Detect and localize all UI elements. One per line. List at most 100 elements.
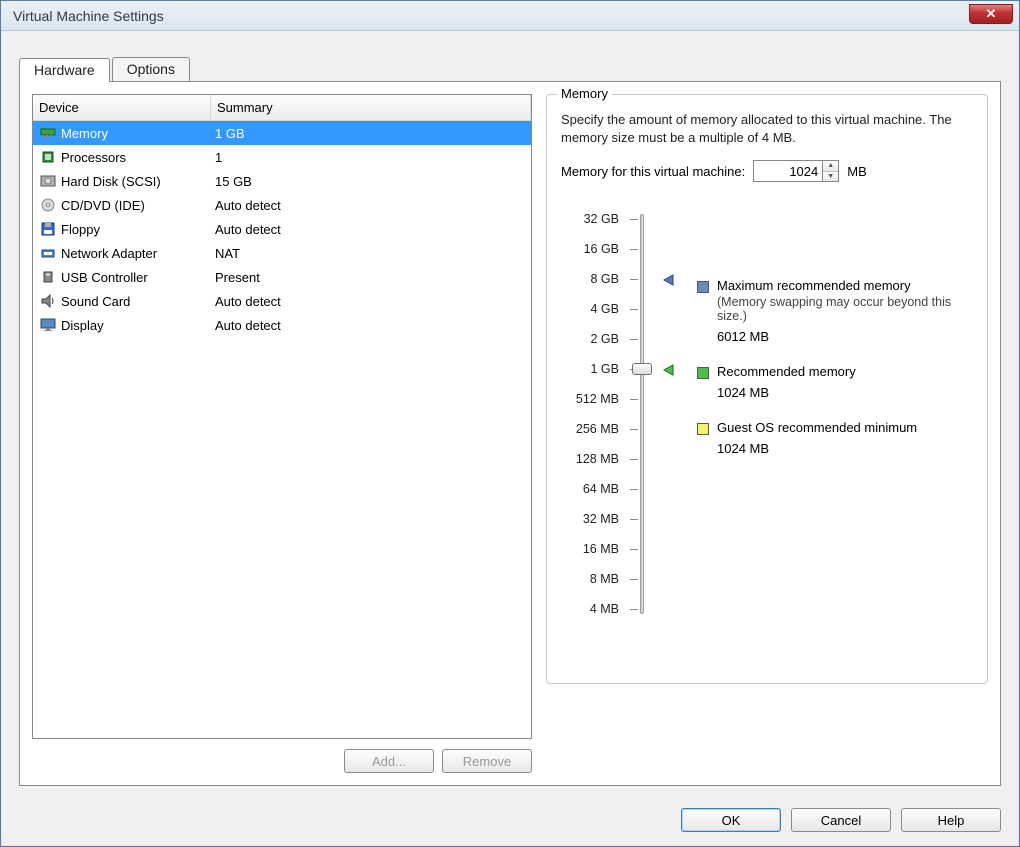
memory-icon xyxy=(39,125,57,141)
device-summary: 1 GB xyxy=(211,126,531,141)
tab-hardware[interactable]: Hardware xyxy=(19,58,110,82)
device-rows: Memory1 GBProcessors1Hard Disk (SCSI)15 … xyxy=(33,121,531,738)
window-title: Virtual Machine Settings xyxy=(7,8,164,24)
device-summary: Auto detect xyxy=(211,294,531,309)
device-name: Floppy xyxy=(61,222,211,237)
cancel-button[interactable]: Cancel xyxy=(791,808,891,832)
slider-tick-label: 256 MB xyxy=(576,414,619,444)
slider-tick-label: 16 GB xyxy=(584,234,619,264)
slider-track-line xyxy=(640,214,644,614)
device-summary: Auto detect xyxy=(211,318,531,333)
memory-legend: Maximum recommended memory (Memory swapp… xyxy=(657,204,973,624)
slider-tick-labels: 32 GB16 GB8 GB4 GB2 GB1 GB512 MB256 MB12… xyxy=(561,204,627,624)
memory-group-title: Memory xyxy=(557,86,612,101)
legend-rec: Recommended memory 1024 MB xyxy=(697,364,973,400)
device-name: Sound Card xyxy=(61,294,211,309)
right-panel: Memory Specify the amount of memory allo… xyxy=(546,94,988,773)
table-row[interactable]: Memory1 GB xyxy=(33,121,531,145)
table-row[interactable]: USB ControllerPresent xyxy=(33,265,531,289)
memory-spinner[interactable]: ▲ ▼ xyxy=(823,160,839,182)
slider-tick-label: 8 MB xyxy=(590,564,619,594)
cpu-icon xyxy=(39,149,57,165)
remove-button[interactable]: Remove xyxy=(442,749,532,773)
slider-tick xyxy=(630,609,638,610)
memory-input[interactable] xyxy=(753,160,823,182)
legend-rec-value: 1024 MB xyxy=(717,385,973,400)
max-marker-icon xyxy=(663,274,675,286)
add-button[interactable]: Add... xyxy=(344,749,434,773)
slider-tick xyxy=(630,339,638,340)
table-row[interactable]: DisplayAuto detect xyxy=(33,313,531,337)
slider-tick xyxy=(630,429,638,430)
net-icon xyxy=(39,245,57,261)
device-name: Display xyxy=(61,318,211,333)
close-button[interactable]: ✕ xyxy=(969,4,1013,24)
slider-tick xyxy=(630,579,638,580)
memory-description: Specify the amount of memory allocated t… xyxy=(561,111,973,146)
slider-tick xyxy=(630,279,638,280)
legend-min-title: Guest OS recommended minimum xyxy=(717,420,917,435)
slider-tick-label: 8 GB xyxy=(591,264,620,294)
display-icon xyxy=(39,317,57,333)
device-table-header: Device Summary xyxy=(33,95,531,121)
help-button[interactable]: Help xyxy=(901,808,1001,832)
table-row[interactable]: Hard Disk (SCSI)15 GB xyxy=(33,169,531,193)
tabstrip: Hardware Options xyxy=(19,57,1001,81)
slider-tick xyxy=(630,489,638,490)
device-name: Hard Disk (SCSI) xyxy=(61,174,211,189)
device-name: Memory xyxy=(61,126,211,141)
usb-icon xyxy=(39,269,57,285)
device-summary: 15 GB xyxy=(211,174,531,189)
slider-tick-label: 4 MB xyxy=(590,594,619,624)
ok-button[interactable]: OK xyxy=(681,808,781,832)
device-table: Device Summary Memory1 GBProcessors1Hard… xyxy=(32,94,532,739)
col-header-device[interactable]: Device xyxy=(33,95,211,120)
titlebar: Virtual Machine Settings ✕ xyxy=(1,1,1019,31)
device-summary: 1 xyxy=(211,150,531,165)
tab-options[interactable]: Options xyxy=(112,57,190,81)
device-name: USB Controller xyxy=(61,270,211,285)
slider-tick-label: 512 MB xyxy=(576,384,619,414)
slider-tick xyxy=(630,519,638,520)
floppy-icon xyxy=(39,221,57,237)
slider-tick-label: 64 MB xyxy=(583,474,619,504)
device-name: Network Adapter xyxy=(61,246,211,261)
dialog-footer: OK Cancel Help xyxy=(1,798,1019,846)
device-summary: NAT xyxy=(211,246,531,261)
memory-groupbox: Memory Specify the amount of memory allo… xyxy=(546,94,988,684)
settings-window: Virtual Machine Settings ✕ Hardware Opti… xyxy=(0,0,1020,847)
table-row[interactable]: FloppyAuto detect xyxy=(33,217,531,241)
left-buttons: Add... Remove xyxy=(32,739,532,773)
slider-tick xyxy=(630,219,638,220)
legend-min-value: 1024 MB xyxy=(717,441,973,456)
legend-max-value: 6012 MB xyxy=(717,329,973,344)
table-row[interactable]: Sound CardAuto detect xyxy=(33,289,531,313)
memory-slider[interactable] xyxy=(627,204,657,624)
device-name: Processors xyxy=(61,150,211,165)
col-header-summary[interactable]: Summary xyxy=(211,95,531,120)
slider-tick-label: 1 GB xyxy=(591,354,620,384)
table-row[interactable]: Network AdapterNAT xyxy=(33,241,531,265)
table-row[interactable]: CD/DVD (IDE)Auto detect xyxy=(33,193,531,217)
slider-tick xyxy=(630,459,638,460)
slider-tick xyxy=(630,249,638,250)
device-summary: Auto detect xyxy=(211,222,531,237)
sound-icon xyxy=(39,293,57,309)
spinner-down-icon[interactable]: ▼ xyxy=(823,172,838,182)
slider-tick xyxy=(630,399,638,400)
rec-marker-icon xyxy=(663,364,675,376)
table-row[interactable]: Processors1 xyxy=(33,145,531,169)
slider-tick xyxy=(630,549,638,550)
spinner-up-icon[interactable]: ▲ xyxy=(823,161,838,172)
slider-tick-label: 16 MB xyxy=(583,534,619,564)
hdd-icon xyxy=(39,173,57,189)
legend-max-sub: (Memory swapping may occur beyond this s… xyxy=(717,295,973,323)
memory-input-row: Memory for this virtual machine: ▲ ▼ MB xyxy=(561,160,973,182)
slider-tick-label: 128 MB xyxy=(576,444,619,474)
slider-thumb[interactable] xyxy=(632,363,652,375)
slider-tick-label: 4 GB xyxy=(591,294,620,324)
slider-tick xyxy=(630,309,638,310)
cd-icon xyxy=(39,197,57,213)
slider-tick-label: 32 GB xyxy=(584,204,619,234)
device-summary: Auto detect xyxy=(211,198,531,213)
